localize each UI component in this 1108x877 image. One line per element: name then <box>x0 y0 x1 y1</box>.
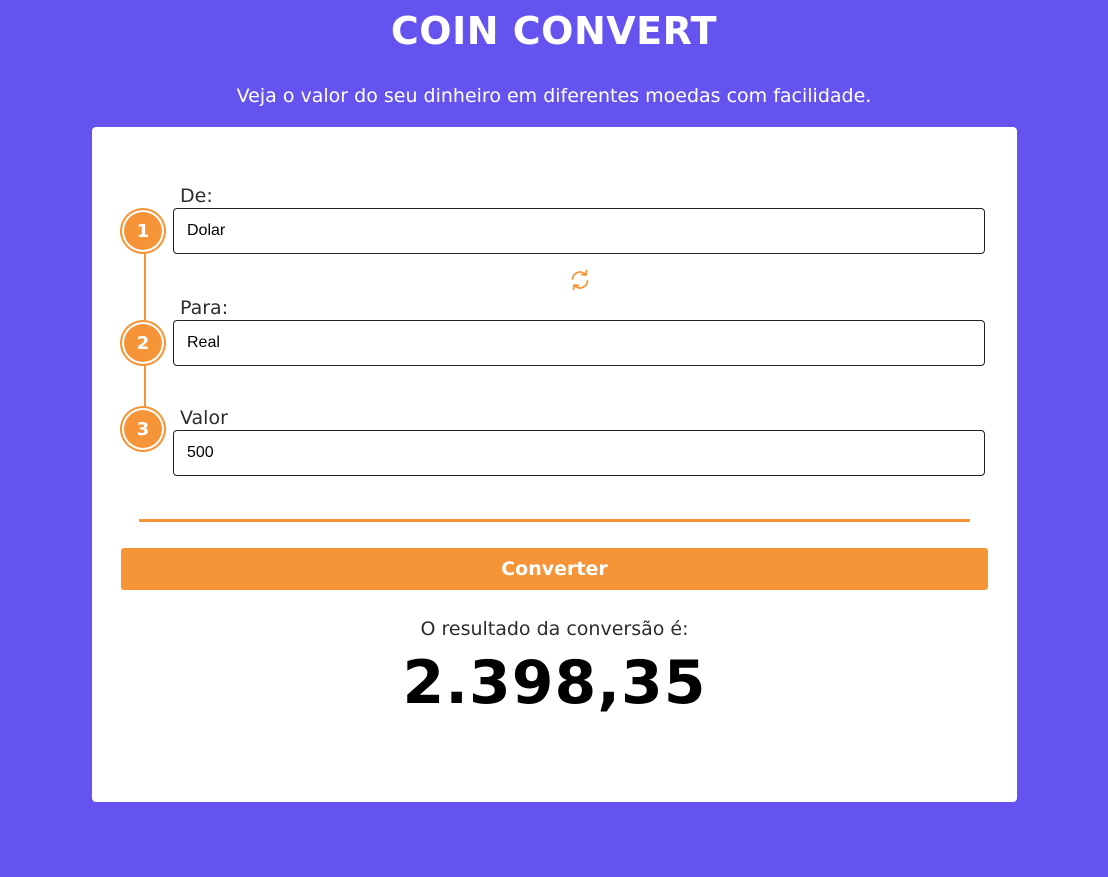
to-label: Para: <box>180 297 229 319</box>
section-divider <box>139 519 970 522</box>
from-label: De: <box>180 185 213 207</box>
result-label: O resultado da conversão é: <box>420 618 689 640</box>
app-subtitle: Veja o valor do seu dinheiro em diferent… <box>236 85 872 107</box>
to-currency-input[interactable]: Real <box>173 320 985 366</box>
step-3-badge: 3 <box>124 410 162 448</box>
page: COIN CONVERT Veja o valor do seu dinheir… <box>0 0 1108 877</box>
step-1-badge: 1 <box>124 212 162 250</box>
step-2-badge: 2 <box>124 324 162 362</box>
amount-input[interactable]: 500 <box>173 430 985 476</box>
convert-button[interactable]: Converter <box>121 548 988 590</box>
from-currency-input[interactable]: Dolar <box>173 208 985 254</box>
result-value: 2.398,35 <box>402 648 707 718</box>
converter-card: 1 2 3 De: Dolar Para: Real Valor 500 Con… <box>92 127 1017 802</box>
app-title: COIN CONVERT <box>390 9 718 53</box>
swap-arrows-icon[interactable] <box>568 268 592 292</box>
amount-label: Valor <box>180 407 228 429</box>
